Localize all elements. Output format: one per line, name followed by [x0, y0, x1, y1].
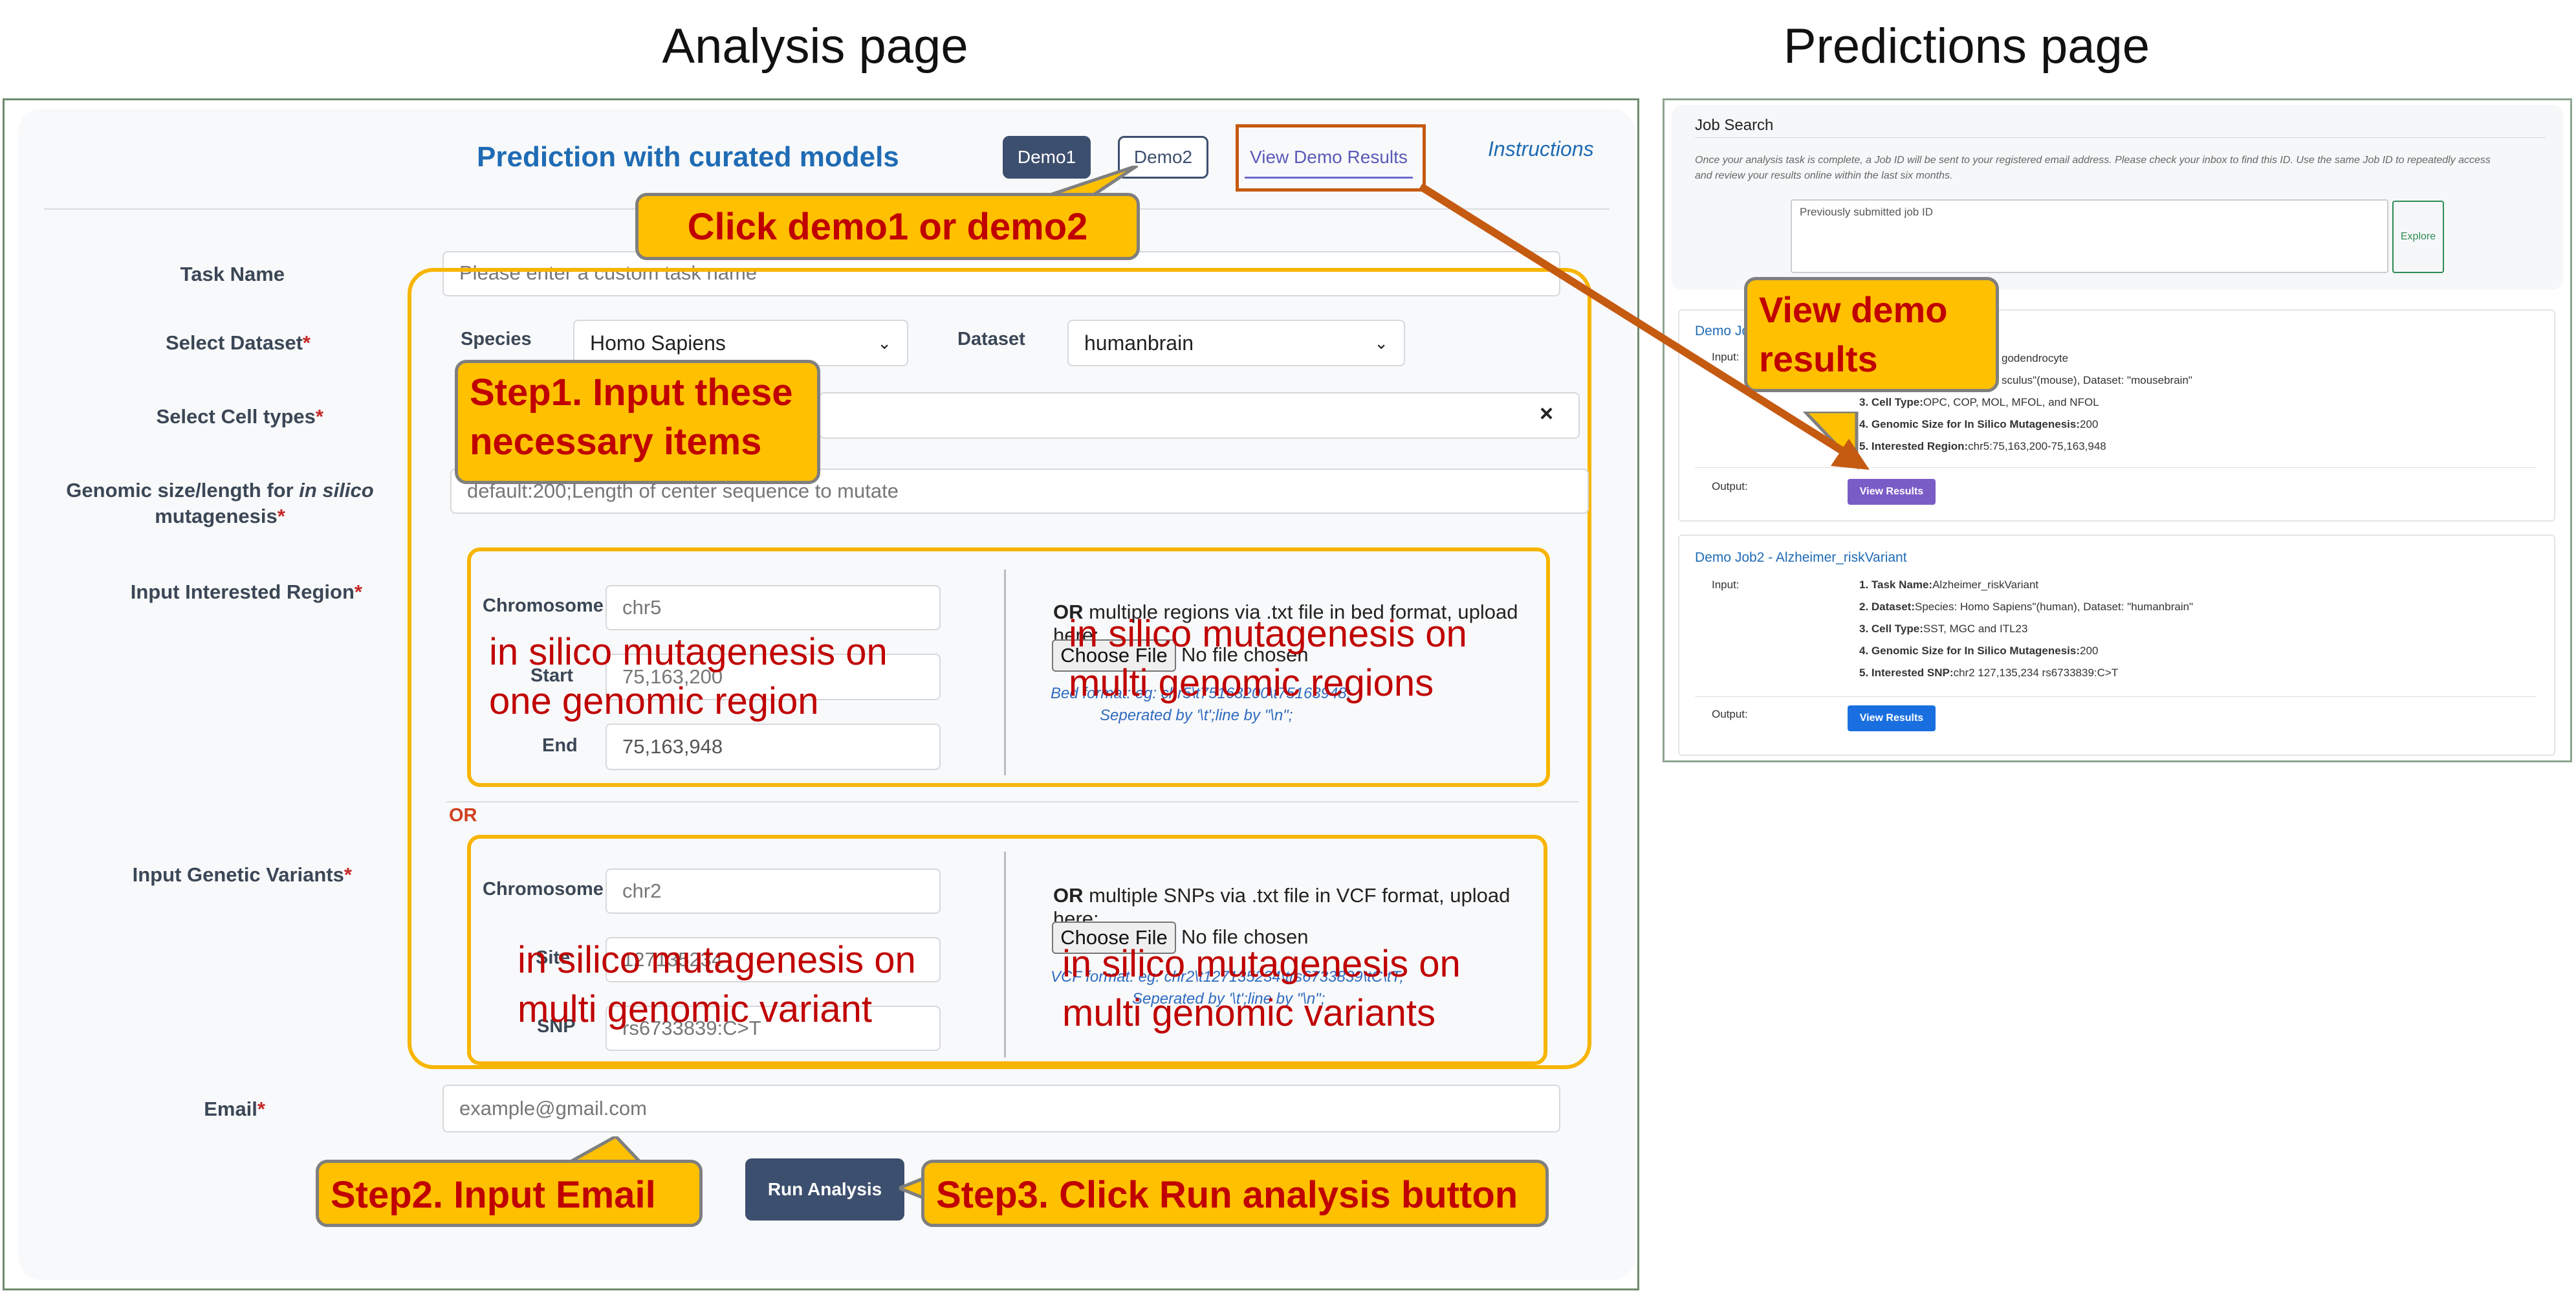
variant-chromosome-input[interactable]: chr2	[606, 868, 941, 914]
demo-job2-item-1: 1. Task Name:Alzheimer_riskVariant	[1859, 579, 2039, 591]
region-single-annotation: in silico mutagenesis on one genomic regi…	[489, 631, 888, 722]
region-chromosome-input[interactable]: chr5	[606, 585, 941, 630]
step1-callout: Step1. Input these necessary items	[455, 360, 820, 484]
email-input[interactable]: example@gmail.com	[442, 1085, 1560, 1133]
variant-multi-annotation: in silico mutagenesis on multi genomic va…	[1062, 943, 1461, 1034]
job-search-divider	[1695, 137, 2546, 138]
click-demo-callout: Click demo1 or demo2	[635, 193, 1140, 260]
job-search-description: Once your analysis task is complete, a J…	[1695, 155, 2491, 181]
predictions-page-heading: Predictions page	[1783, 19, 2150, 74]
demo-job1-item-2: sculus"(mouse), Dataset: "mousebrain"	[2002, 374, 2192, 386]
demo-job2-view-results-button[interactable]: View Results	[1848, 705, 1936, 731]
chevron-down-icon: ⌄	[1374, 333, 1388, 353]
page-title: Prediction with curated models	[477, 141, 899, 173]
demo-job2-item-5: 5. Interested SNP:chr2 127,135,234 rs673…	[1859, 667, 2119, 679]
explore-button[interactable]: Explore	[2392, 201, 2444, 273]
genomic-size-label: Genomic size/length for in silico mutage…	[66, 479, 374, 527]
region-multi-annotation: in silico mutagenesis on multi genomic re…	[1069, 613, 1467, 704]
demo-job2-item-3: 3. Cell Type:SST, MGC and ITL23	[1859, 623, 2028, 635]
step3-callout: Step3. Click Run analysis button	[921, 1160, 1549, 1227]
instructions-link[interactable]: Instructions	[1488, 137, 1617, 166]
demo-job2-output-label: Output:	[1712, 708, 1748, 720]
step2-callout: Step2. Input Email	[316, 1160, 703, 1227]
dataset-select[interactable]: humanbrain ⌄	[1067, 320, 1405, 366]
demo-job2-input-label: Input:	[1712, 579, 1740, 591]
demo-job1-item-1: godendrocyte	[2002, 352, 2069, 364]
variant-single-annotation: in silico mutagenesis on multi genomic va…	[518, 939, 916, 1030]
step2-callout-pointer	[563, 1134, 647, 1164]
demo-job2-divider	[1695, 696, 2536, 697]
interested-region-label: Input Interested Region*	[130, 580, 362, 603]
demo-job2-item-2: 2. Dataset:Species: Homo Sapiens"(human)…	[1859, 601, 2194, 613]
or-label: OR	[449, 805, 477, 826]
demo-job2-title[interactable]: Demo Job2 - Alzheimer_riskVariant	[1695, 550, 2083, 569]
or-divider	[446, 801, 1578, 802]
demo-results-arrow	[1417, 181, 1883, 479]
region-end-input[interactable]: 75,163,948	[606, 724, 941, 770]
analysis-page-heading: Analysis page	[662, 19, 968, 74]
demo-job1-view-results-button[interactable]: View Results	[1848, 479, 1936, 505]
variant-chromosome-label: Chromosome	[483, 879, 604, 900]
region-divider	[1004, 569, 1006, 775]
demo-job1-item-3: 3. Cell Type:OPC, COP, MOL, MFOL, and NF…	[1859, 396, 2099, 408]
select-dataset-label: Select Dataset*	[165, 331, 311, 354]
demo-job1-item-4: 4. Genomic Size for In Silico Mutagenesi…	[1859, 418, 2099, 430]
genetic-variants-label: Input Genetic Variants*	[132, 863, 352, 886]
view-demo-highlight	[1236, 124, 1426, 192]
demo-job1-output-label: Output:	[1712, 480, 1748, 492]
email-label: Email*	[204, 1098, 265, 1120]
chevron-down-icon: ⌄	[877, 333, 891, 353]
variant-upload-text: OR multiple SNPs via .txt file in VCF fo…	[1053, 884, 1511, 930]
region-chromosome-label: Chromosome	[483, 595, 604, 616]
dataset-label: Dataset	[957, 329, 1025, 349]
species-label: Species	[461, 329, 532, 349]
region-separator-hint: Seperated by '\t';line by "\n";	[1100, 707, 1293, 724]
demo-job2-item-4: 4. Genomic Size for In Silico Mutagenesi…	[1859, 645, 2099, 657]
job-search-title: Job Search	[1695, 116, 1774, 134]
select-cell-types-label: Select Cell types*	[156, 405, 323, 428]
run-analysis-button[interactable]: Run Analysis	[745, 1158, 904, 1221]
task-name-label: Task Name	[180, 263, 285, 285]
demo-job1-item-5: 5. Interested Region:chr5:75,163,200-75,…	[1859, 440, 2106, 452]
